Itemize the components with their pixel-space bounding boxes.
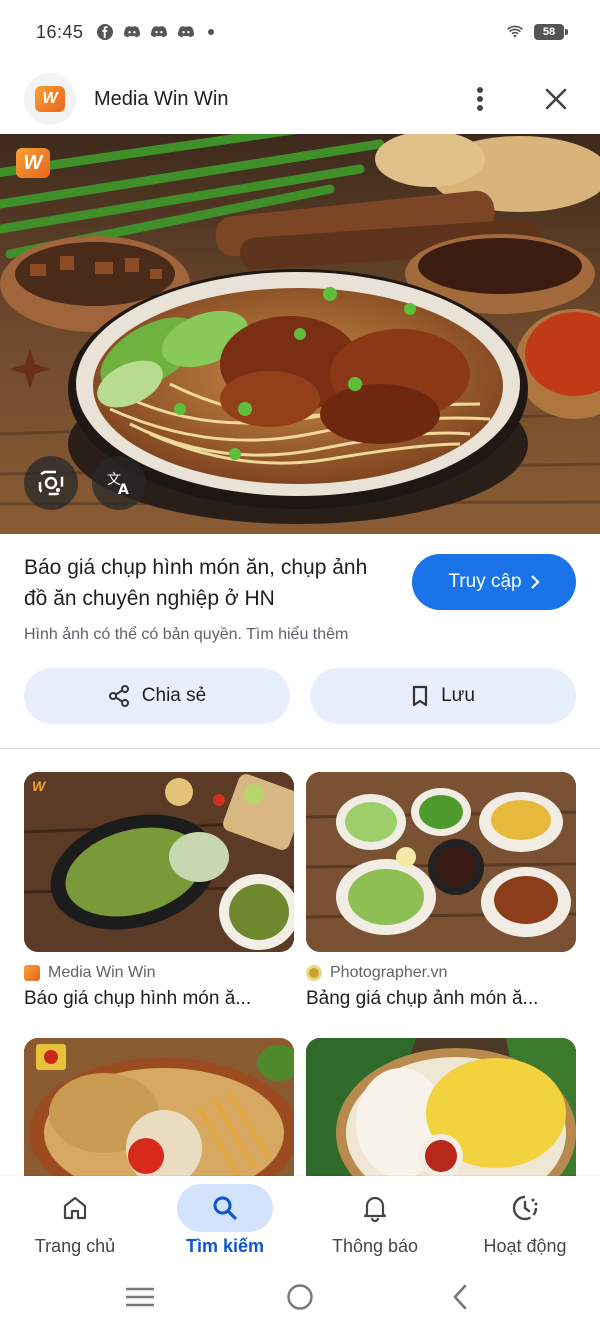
nav-search-label: Tìm kiếm: [185, 1236, 265, 1256]
source-name: Media Win Win: [48, 964, 156, 981]
site-logo-letter: W: [35, 86, 65, 112]
bottom-navigation: Trang chủ Tìm kiếm Thông báo Hoạt động: [0, 1176, 600, 1266]
facebook-icon: [96, 23, 114, 41]
save-button[interactable]: Lưu: [310, 668, 576, 724]
menu-icon: [126, 1287, 154, 1306]
result-thumbnail[interactable]: [306, 772, 576, 952]
result-source: Media Win Win: [24, 964, 294, 982]
source-favicon: [24, 965, 40, 981]
back-button[interactable]: [440, 1277, 480, 1317]
result-title[interactable]: Bảng giá chụp ảnh món ă...: [306, 988, 576, 1010]
close-button[interactable]: [536, 79, 576, 119]
system-navigation-bar: [0, 1266, 600, 1327]
lens-result-header: W Media Win Win: [0, 64, 600, 134]
result-thumbnail[interactable]: W: [24, 772, 294, 952]
result-thumbnail[interactable]: [24, 1038, 294, 1188]
result-card[interactable]: [306, 1038, 576, 1188]
thumbnail-watermark: W: [32, 778, 46, 794]
lens-icon: [38, 470, 64, 496]
result-thumbnail[interactable]: [306, 1038, 576, 1188]
result-card[interactable]: Photographer.vn Bảng giá chụp ảnh món ă.…: [306, 772, 576, 1010]
divider: [0, 748, 600, 749]
noodle-bowl-illustration: [0, 134, 600, 534]
translate-button[interactable]: 文A: [92, 456, 146, 510]
close-icon: [545, 88, 567, 110]
battery-icon: 58: [534, 24, 568, 40]
wifi-icon: [504, 23, 526, 41]
status-bar: 16:45 58: [0, 0, 600, 64]
share-label: Chia sẻ: [141, 685, 207, 706]
discord-icon: [150, 23, 168, 41]
result-info: Báo giá chụp hình món ăn, chụp ảnh đồ ăn…: [0, 534, 600, 644]
more-notifications-dot: [207, 29, 214, 35]
circle-home-icon: [287, 1283, 313, 1310]
site-name: Media Win Win: [94, 87, 229, 110]
activity-icon: [512, 1195, 538, 1221]
svg-text:A: A: [118, 482, 129, 497]
hero-image[interactable]: W 文A: [0, 134, 600, 534]
nav-activity[interactable]: Hoạt động: [450, 1176, 600, 1266]
food-thumbnail-image: [24, 1038, 294, 1188]
related-results-grid: W Media Win Win Báo giá chụp hình món ă.…: [24, 772, 576, 1188]
bell-icon: [363, 1196, 387, 1222]
more-vert-icon: [477, 87, 483, 111]
notification-icons: [96, 23, 214, 41]
save-label: Lưu: [441, 685, 475, 706]
source-name: Photographer.vn: [330, 964, 448, 981]
food-thumbnail-image: [306, 1038, 576, 1188]
share-button[interactable]: Chia sẻ: [24, 668, 290, 724]
action-buttons: Chia sẻ Lưu: [24, 668, 576, 724]
home-button[interactable]: [280, 1277, 320, 1317]
result-source: Photographer.vn: [306, 964, 576, 982]
recents-button[interactable]: [120, 1277, 160, 1317]
nav-home-label: Trang chủ: [34, 1236, 116, 1256]
food-thumbnail-image: [24, 772, 294, 952]
nav-notifications-label: Thông báo: [331, 1236, 419, 1256]
result-title: Báo giá chụp hình món ăn, chụp ảnh đồ ăn…: [24, 556, 368, 610]
search-icon: [213, 1196, 237, 1220]
back-chevron-icon: [453, 1284, 467, 1309]
nav-search[interactable]: Tìm kiếm: [150, 1176, 300, 1266]
hero-watermark-logo: W: [16, 148, 50, 178]
visit-label: Truy cập: [448, 571, 522, 592]
nav-activity-label: Hoạt động: [483, 1236, 567, 1256]
more-options-button[interactable]: [460, 79, 500, 119]
status-time: 16:45: [36, 21, 84, 42]
nav-home[interactable]: Trang chủ: [0, 1176, 150, 1266]
result-card[interactable]: W Media Win Win Báo giá chụp hình món ă.…: [24, 772, 294, 1010]
food-thumbnail-image: [306, 772, 576, 952]
copyright-notice[interactable]: Hình ảnh có thể có bản quyền. Tìm hiểu t…: [24, 626, 576, 644]
result-title[interactable]: Báo giá chụp hình món ă...: [24, 988, 294, 1010]
home-icon: [63, 1196, 87, 1220]
chevron-right-icon: [530, 575, 540, 589]
bookmark-icon: [412, 685, 428, 707]
source-favicon: [306, 965, 322, 981]
lens-search-button[interactable]: [24, 456, 78, 510]
discord-icon: [123, 23, 141, 41]
nav-notifications[interactable]: Thông báo: [300, 1176, 450, 1266]
site-logo[interactable]: W: [24, 73, 76, 125]
discord-icon: [177, 23, 195, 41]
result-card[interactable]: [24, 1038, 294, 1188]
share-icon: [108, 685, 129, 707]
translate-icon: 文A: [107, 472, 129, 497]
visit-button[interactable]: Truy cập: [412, 554, 576, 610]
